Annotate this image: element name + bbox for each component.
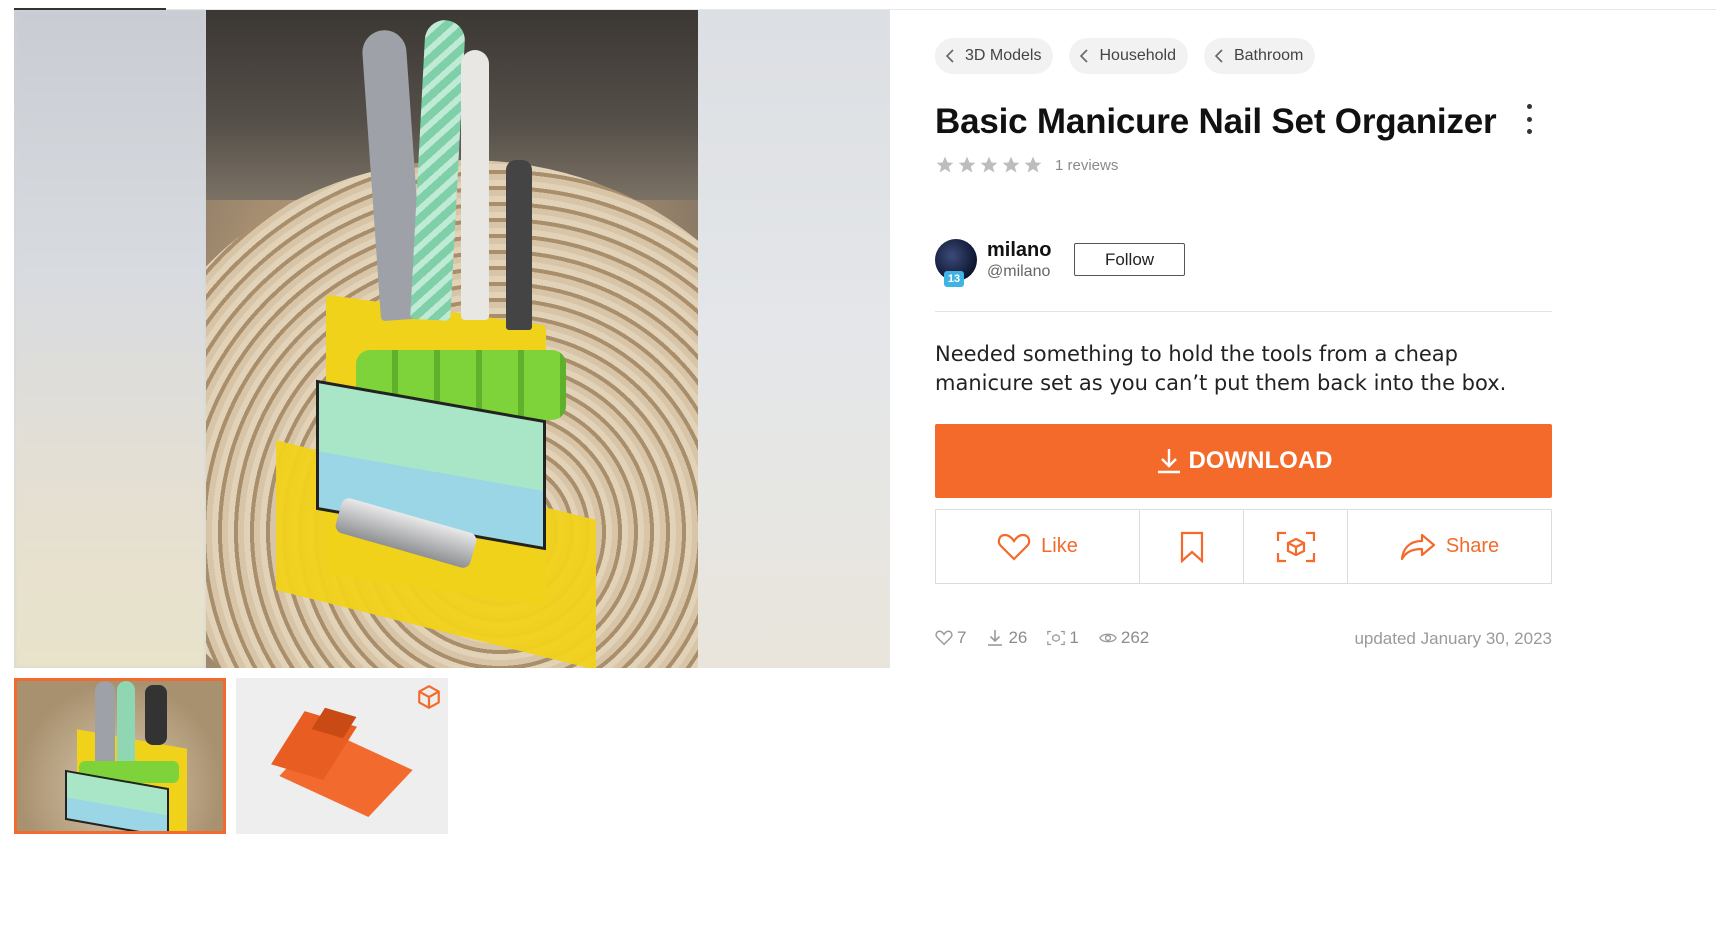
photo-nail-file-white xyxy=(461,50,489,320)
viewer-blur-left xyxy=(14,10,206,668)
share-label: Share xyxy=(1445,535,1500,557)
eye-icon xyxy=(1098,633,1117,643)
views-count: 262 xyxy=(1120,628,1150,647)
cube-icon xyxy=(418,685,440,709)
breadcrumb-label: Bathroom xyxy=(1233,47,1304,64)
makes-count: 1 xyxy=(1069,628,1079,647)
rating[interactable]: 1 reviews xyxy=(935,155,1118,175)
photo-brush xyxy=(506,160,532,330)
thumbnail-photo[interactable] xyxy=(14,678,226,834)
breadcrumb-bathroom[interactable]: Bathroom xyxy=(1203,38,1316,74)
likes-stat: 7 xyxy=(935,628,966,648)
ar-view-button[interactable] xyxy=(1244,510,1348,583)
more-vert-icon[interactable] xyxy=(1520,104,1538,134)
download-icon xyxy=(988,630,1003,646)
star-icon xyxy=(936,156,954,173)
main-image-viewer[interactable] xyxy=(14,10,890,668)
author-info[interactable]: 13 milano @milano xyxy=(935,238,1051,287)
chevron-left-icon xyxy=(1214,49,1223,63)
bookmark-button[interactable] xyxy=(1140,510,1244,583)
thumb-brush xyxy=(145,685,167,745)
heart-icon xyxy=(935,630,953,646)
level-badge: 13 xyxy=(944,270,964,287)
author-handle: @milano xyxy=(987,263,1051,280)
thumbnail-3d-model[interactable] xyxy=(236,678,448,834)
breadcrumb-label: 3D Models xyxy=(965,47,1042,64)
share-icon xyxy=(1400,533,1435,560)
share-button[interactable]: Share xyxy=(1348,510,1551,583)
ar-view-icon xyxy=(1276,531,1315,562)
download-button[interactable]: DOWNLOAD xyxy=(935,424,1552,498)
stats-bar: 7 26 1 262 xyxy=(935,628,1149,648)
main-photo[interactable] xyxy=(206,10,698,668)
downloads-stat: 26 xyxy=(986,628,1027,648)
bookmark-icon xyxy=(1180,531,1203,563)
divider xyxy=(935,311,1552,312)
breadcrumb: 3D Models Household Bathroom xyxy=(935,38,1316,74)
breadcrumb-label: Household xyxy=(1099,47,1176,64)
makes-stat: 1 xyxy=(1047,628,1079,648)
page-title: Basic Manicure Nail Set Organizer xyxy=(935,102,1497,141)
viewer-blur-right xyxy=(698,10,890,668)
likes-count: 7 xyxy=(957,628,967,647)
chevron-left-icon xyxy=(945,49,954,63)
reviews-count[interactable]: 1 reviews xyxy=(1055,157,1118,174)
download-label: DOWNLOAD xyxy=(1188,447,1333,474)
breadcrumb-household[interactable]: Household xyxy=(1069,38,1188,74)
follow-button[interactable]: Follow xyxy=(1074,243,1185,276)
tab-bar-line xyxy=(14,0,1716,10)
star-icon xyxy=(980,156,998,173)
thumb-file-green xyxy=(117,681,135,771)
breadcrumb-3d-models[interactable]: 3D Models xyxy=(935,38,1054,74)
description: Needed something to hold the tools from … xyxy=(935,342,1507,395)
star-icon xyxy=(1002,156,1020,173)
download-icon xyxy=(1157,449,1180,474)
action-bar: Like Share xyxy=(935,509,1552,584)
downloads-count: 26 xyxy=(1008,628,1028,647)
chevron-left-icon xyxy=(1080,49,1089,63)
ar-view-icon xyxy=(1047,630,1066,646)
star-icon xyxy=(1024,156,1042,173)
like-label: Like xyxy=(1041,535,1078,557)
author-name[interactable]: milano xyxy=(987,238,1051,262)
views-stat: 262 xyxy=(1098,628,1150,648)
avatar[interactable]: 13 xyxy=(935,238,977,287)
star-icon xyxy=(958,156,976,173)
updated-date: updated January 30, 2023 xyxy=(1354,629,1552,648)
heart-icon xyxy=(997,533,1031,561)
thumb-file xyxy=(95,681,115,771)
like-button[interactable]: Like xyxy=(936,510,1140,583)
